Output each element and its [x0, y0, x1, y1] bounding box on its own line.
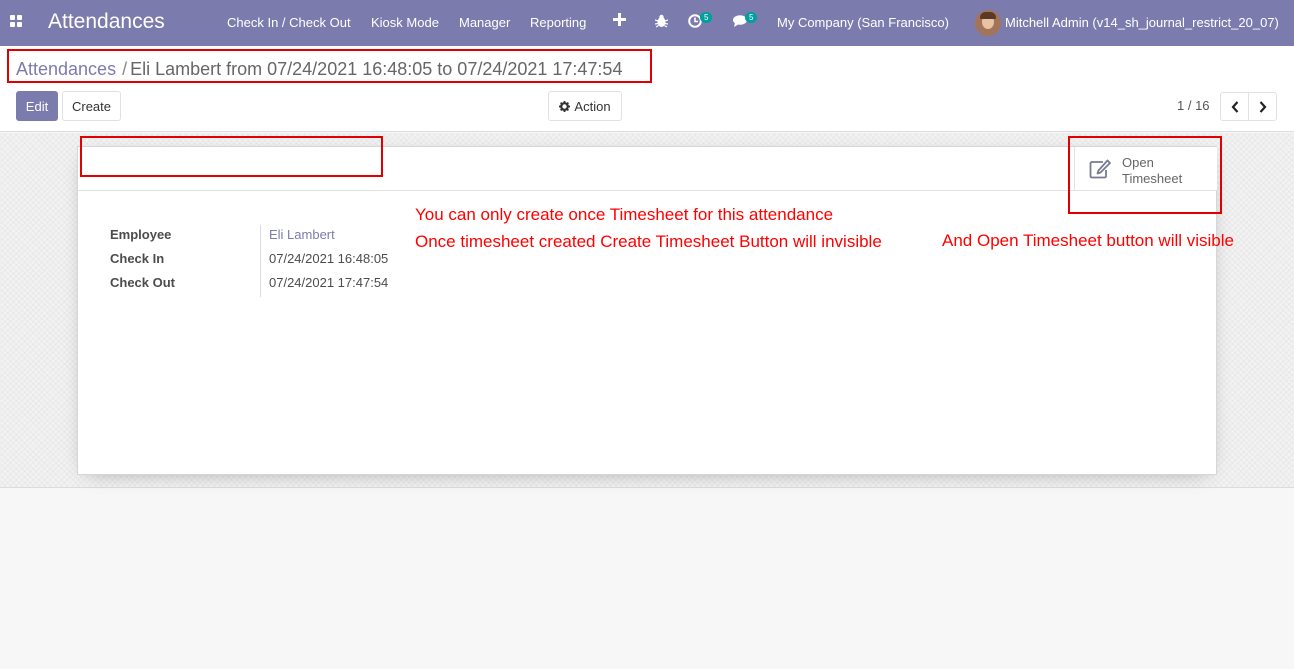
stat-button-line2: Timesheet	[1122, 171, 1183, 186]
check-out-value: 07/24/2021 17:47:54	[269, 275, 389, 290]
employee-value: Eli Lambert	[269, 227, 335, 242]
control-panel: Attendances / Eli Lambert from 07/24/2021 …	[0, 46, 1294, 132]
edit-icon	[1089, 159, 1111, 179]
user-menu[interactable]: Mitchell Admin (v14_sh_journal_restrict_…	[1005, 15, 1279, 30]
company-switcher[interactable]: My Company (San Francisco)	[777, 15, 949, 30]
chevron-left-icon	[1231, 100, 1238, 113]
menu-check-in-out[interactable]: Check In / Check Out	[227, 15, 351, 30]
employee-label: Employee	[110, 227, 172, 242]
breadcrumb-attendances-link[interactable]: Attendances	[16, 59, 116, 79]
pager-previous-button[interactable]	[1220, 92, 1249, 121]
menu-kiosk-mode[interactable]: Kiosk Mode	[371, 15, 439, 30]
annotation-note-3: And Open Timesheet button will visible	[942, 231, 1234, 250]
check-in-label: Check In	[110, 251, 165, 266]
action-label: Action	[574, 98, 611, 114]
menu-reporting[interactable]: Reporting	[530, 15, 586, 30]
check-out-label: Check Out	[110, 275, 176, 290]
message-count-badge: 5	[745, 12, 758, 23]
field-divider	[260, 225, 261, 297]
bug-icon[interactable]	[654, 14, 669, 32]
annotation-note-2: Once timesheet created Create Timesheet …	[415, 232, 882, 251]
stat-button-line1: Open	[1122, 155, 1154, 170]
open-timesheet-button[interactable]: Open Timesheet	[1074, 147, 1217, 190]
pager-value[interactable]: 1 / 16	[1177, 98, 1210, 113]
breadcrumb: Attendances / Eli Lambert from 07/24/2021 …	[16, 59, 622, 80]
menu-manager[interactable]: Manager	[459, 15, 510, 30]
activity-count-badge: 5	[700, 12, 713, 23]
apps-icon[interactable]	[10, 15, 23, 28]
chevron-right-icon	[1259, 100, 1266, 113]
create-button[interactable]: Create	[62, 91, 121, 121]
gear-icon	[559, 100, 571, 112]
form-sheet: Open Timesheet Employee Eli Lambert Chec…	[77, 146, 1217, 475]
plus-icon[interactable]	[613, 13, 626, 30]
avatar[interactable]	[975, 10, 1001, 36]
annotation-note-1: You can only create once Timesheet for t…	[415, 205, 834, 224]
open-timesheet-label: Open Timesheet	[1122, 155, 1182, 187]
check-in-value: 07/24/2021 16:48:05	[269, 251, 389, 266]
app-title[interactable]: Attendances	[48, 10, 165, 34]
action-button[interactable]: Action	[548, 91, 622, 121]
top-navbar: Attendances Check In / Check Out Kiosk M…	[0, 0, 1294, 46]
pager-next-button[interactable]	[1248, 92, 1277, 121]
breadcrumb-separator: /	[122, 59, 128, 79]
button-box: Open Timesheet	[78, 147, 1217, 191]
edit-button[interactable]: Edit	[16, 91, 58, 121]
employee-link[interactable]: Eli Lambert	[269, 227, 335, 242]
breadcrumb-current: Eli Lambert from 07/24/2021 16:48:05 to …	[130, 59, 623, 79]
